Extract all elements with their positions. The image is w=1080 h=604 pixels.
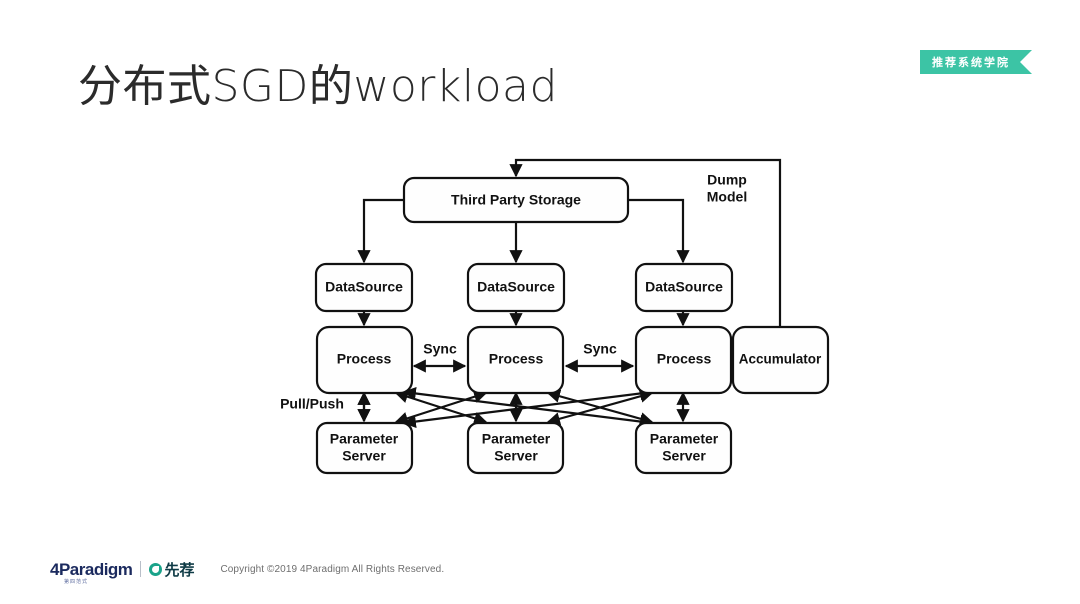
logo-xianjian: 先荐: [149, 559, 194, 580]
edge-label-dump-model-line1: Dump: [707, 172, 747, 188]
footer: 4Paradigm 第四范式 先荐 Copyright ©2019 4Parad…: [50, 556, 445, 585]
node-parameter-server-2-label-line2: Server: [494, 448, 538, 464]
logo-divider: [140, 561, 142, 577]
logo-4paradigm-text: 4Paradigm: [50, 559, 133, 579]
node-process-1-label: Process: [337, 351, 392, 367]
node-datasource-1-label: DataSource: [325, 279, 403, 295]
node-parameter-server-3-label-line2: Server: [662, 448, 706, 464]
node-datasource-2-label: DataSource: [477, 279, 555, 295]
edge-storage-to-datasource-3: [628, 198, 690, 264]
node-process-3-label: Process: [657, 351, 712, 367]
node-third-party-storage-label: Third Party Storage: [451, 192, 581, 208]
edge-label-pull-push: Pull/Push: [280, 396, 344, 412]
leaf-icon: [149, 562, 163, 576]
node-accumulator-label: Accumulator: [739, 352, 822, 367]
edge-label-dump-model-line2: Model: [707, 189, 747, 205]
edge-storage-to-datasource-1: [357, 198, 404, 264]
logo-4paradigm-subtext: 第四范式: [64, 578, 89, 585]
node-process-2-label: Process: [489, 351, 544, 367]
edge-label-sync-left: Sync: [423, 341, 457, 357]
node-parameter-server-1-label-line2: Server: [342, 448, 386, 464]
edge-label-sync-right: Sync: [583, 341, 617, 357]
logo-4paradigm: 4Paradigm 第四范式: [50, 559, 133, 585]
node-datasource-3-label: DataSource: [645, 279, 723, 295]
node-parameter-server-2-label-line1: Parameter: [482, 431, 551, 447]
node-parameter-server-1-label-line1: Parameter: [330, 431, 399, 447]
logo-xianjian-text: 先荐: [164, 560, 195, 579]
workload-diagram: Third Party Storage DataSource DataSourc…: [0, 0, 1080, 604]
node-parameter-server-3-label-line1: Parameter: [650, 431, 719, 447]
copyright-text: Copyright ©2019 4Paradigm All Rights Res…: [220, 563, 445, 575]
